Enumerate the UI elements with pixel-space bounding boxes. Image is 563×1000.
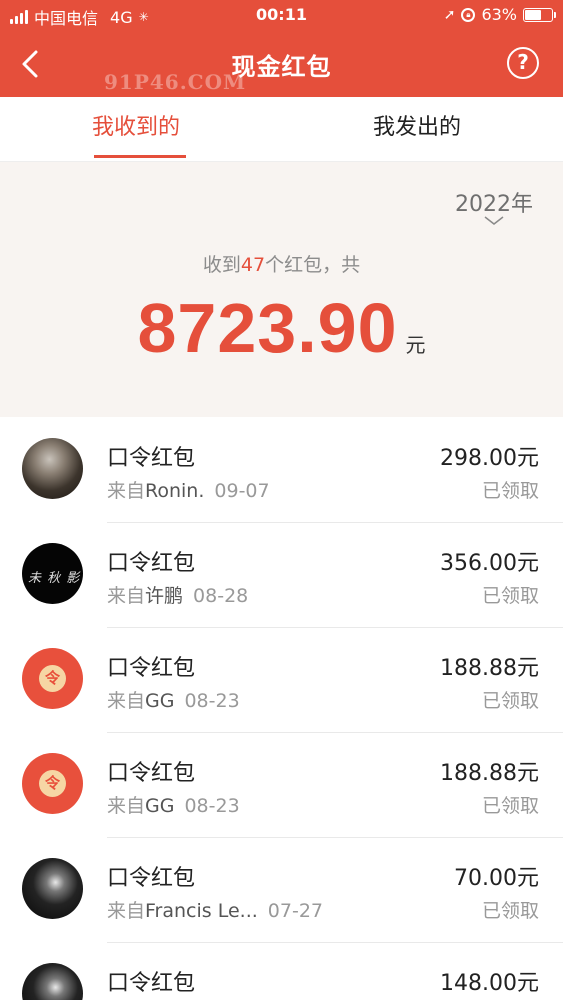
from-label: 来自 <box>107 900 146 922</box>
avatar: 令 <box>22 753 83 814</box>
item-status: 已领取 <box>481 900 539 922</box>
status-right: ➚ 🔒︎ 63% <box>443 5 556 24</box>
item-sender: 来自Francis Le... 07-27 <box>107 896 323 923</box>
item-sender: 来自GG 08-23 <box>107 791 240 818</box>
list-item[interactable]: 未 秋 影 口令红包 来自许鹏 08-28 356.00元 已领取 <box>0 523 563 628</box>
item-title: 口令红包 <box>107 761 196 786</box>
item-amount: 188.88元 <box>440 656 539 681</box>
item-status: 已领取 <box>481 480 539 502</box>
item-title: 口令红包 <box>107 446 196 471</box>
item-title: 口令红包 <box>107 656 196 681</box>
sender-name: Francis Le... <box>145 900 258 922</box>
summary-prefix: 收到 <box>202 254 241 276</box>
item-title: 口令红包 <box>107 971 196 996</box>
avatar: 令 <box>22 648 83 709</box>
item-sender: 来自Ronin. 09-07 <box>107 476 270 503</box>
signature-art: 未 秋 影 <box>28 571 81 586</box>
list-item[interactable]: 令 口令红包 来自GG 08-23 188.88元 已领取 <box>0 733 563 838</box>
sender-name: GG <box>145 795 175 817</box>
item-amount: 70.00元 <box>454 866 539 891</box>
avatar <box>22 963 83 1000</box>
question-circle-icon: ? <box>517 50 529 74</box>
item-status: 已领取 <box>481 585 539 607</box>
list-item[interactable]: 令 口令红包 来自GG 08-23 188.88元 已领取 <box>0 628 563 733</box>
total-unit: 元 <box>405 333 426 357</box>
token-coin-icon: 令 <box>39 665 66 692</box>
item-sender: 来自许鹏 08-28 <box>107 581 248 608</box>
item-status: 已领取 <box>481 795 539 817</box>
from-label: 来自 <box>107 795 146 817</box>
red-packet-screen: 中国电信 4G ✳ 00:11 ➚ 🔒︎ 63% 91P46.COM 现金红包 … <box>0 0 563 1000</box>
avatar <box>22 438 83 499</box>
item-date: 08-23 <box>184 795 240 817</box>
avatar <box>22 858 83 919</box>
status-bar: 中国电信 4G ✳ 00:11 ➚ 🔒︎ 63% <box>0 0 563 32</box>
item-date: 09-07 <box>214 480 270 502</box>
item-date: 08-23 <box>184 690 240 712</box>
nav-bar: 91P46.COM 现金红包 ? <box>0 32 563 97</box>
list-item[interactable]: 口令红包 148.00元 <box>0 943 563 1000</box>
sender-name: GG <box>145 690 175 712</box>
battery-percent: 63% <box>481 5 517 24</box>
item-title: 口令红包 <box>107 866 196 891</box>
summary-panel: 2022年 收到47个红包，共 8723.90 元 <box>0 162 563 417</box>
location-arrow-icon: ➚ <box>443 6 456 23</box>
item-date: 07-27 <box>267 900 324 922</box>
avatar: 未 秋 影 <box>22 543 83 604</box>
summary-suffix: 个红包，共 <box>265 254 361 276</box>
item-status: 已领取 <box>481 690 539 712</box>
token-coin-icon: 令 <box>39 770 66 797</box>
help-button[interactable]: ? <box>507 47 539 79</box>
total-value: 8723.90 <box>137 289 398 367</box>
tab-sent[interactable]: 我发出的 <box>373 97 461 161</box>
total-amount: 8723.90 元 <box>0 288 563 368</box>
tab-bar: 我收到的 我发出的 <box>0 97 563 162</box>
year-selector[interactable]: 2022年 <box>455 186 533 226</box>
sender-name: Ronin. <box>145 480 205 502</box>
chevron-down-icon <box>484 216 504 225</box>
battery-fill <box>525 9 541 20</box>
sender-name: 许鹏 <box>145 585 184 607</box>
page-title: 现金红包 <box>231 53 332 81</box>
from-label: 来自 <box>107 690 146 712</box>
packet-count: 47 <box>240 254 266 276</box>
tab-received[interactable]: 我收到的 <box>92 97 180 161</box>
item-sender: 来自GG 08-23 <box>107 686 240 713</box>
item-amount: 298.00元 <box>440 446 539 471</box>
list-item[interactable]: 口令红包 来自Ronin. 09-07 298.00元 已领取 <box>0 418 563 523</box>
item-date: 08-28 <box>193 585 249 607</box>
item-amount: 148.00元 <box>440 971 539 996</box>
from-label: 来自 <box>107 585 146 607</box>
item-amount: 188.88元 <box>440 761 539 786</box>
item-amount: 356.00元 <box>440 551 539 576</box>
battery-icon <box>523 7 556 22</box>
item-title: 口令红包 <box>107 551 196 576</box>
list-item[interactable]: 口令红包 来自Francis Le... 07-27 70.00元 已领取 <box>0 838 563 943</box>
year-label: 2022年 <box>455 192 533 217</box>
rotation-lock-icon: 🔒︎ <box>461 7 476 22</box>
from-label: 来自 <box>107 480 146 502</box>
summary-text: 收到47个红包，共 <box>0 250 563 277</box>
active-tab-indicator <box>94 155 186 158</box>
packet-list: 口令红包 来自Ronin. 09-07 298.00元 已领取 未 秋 影 口令红… <box>0 418 563 1000</box>
